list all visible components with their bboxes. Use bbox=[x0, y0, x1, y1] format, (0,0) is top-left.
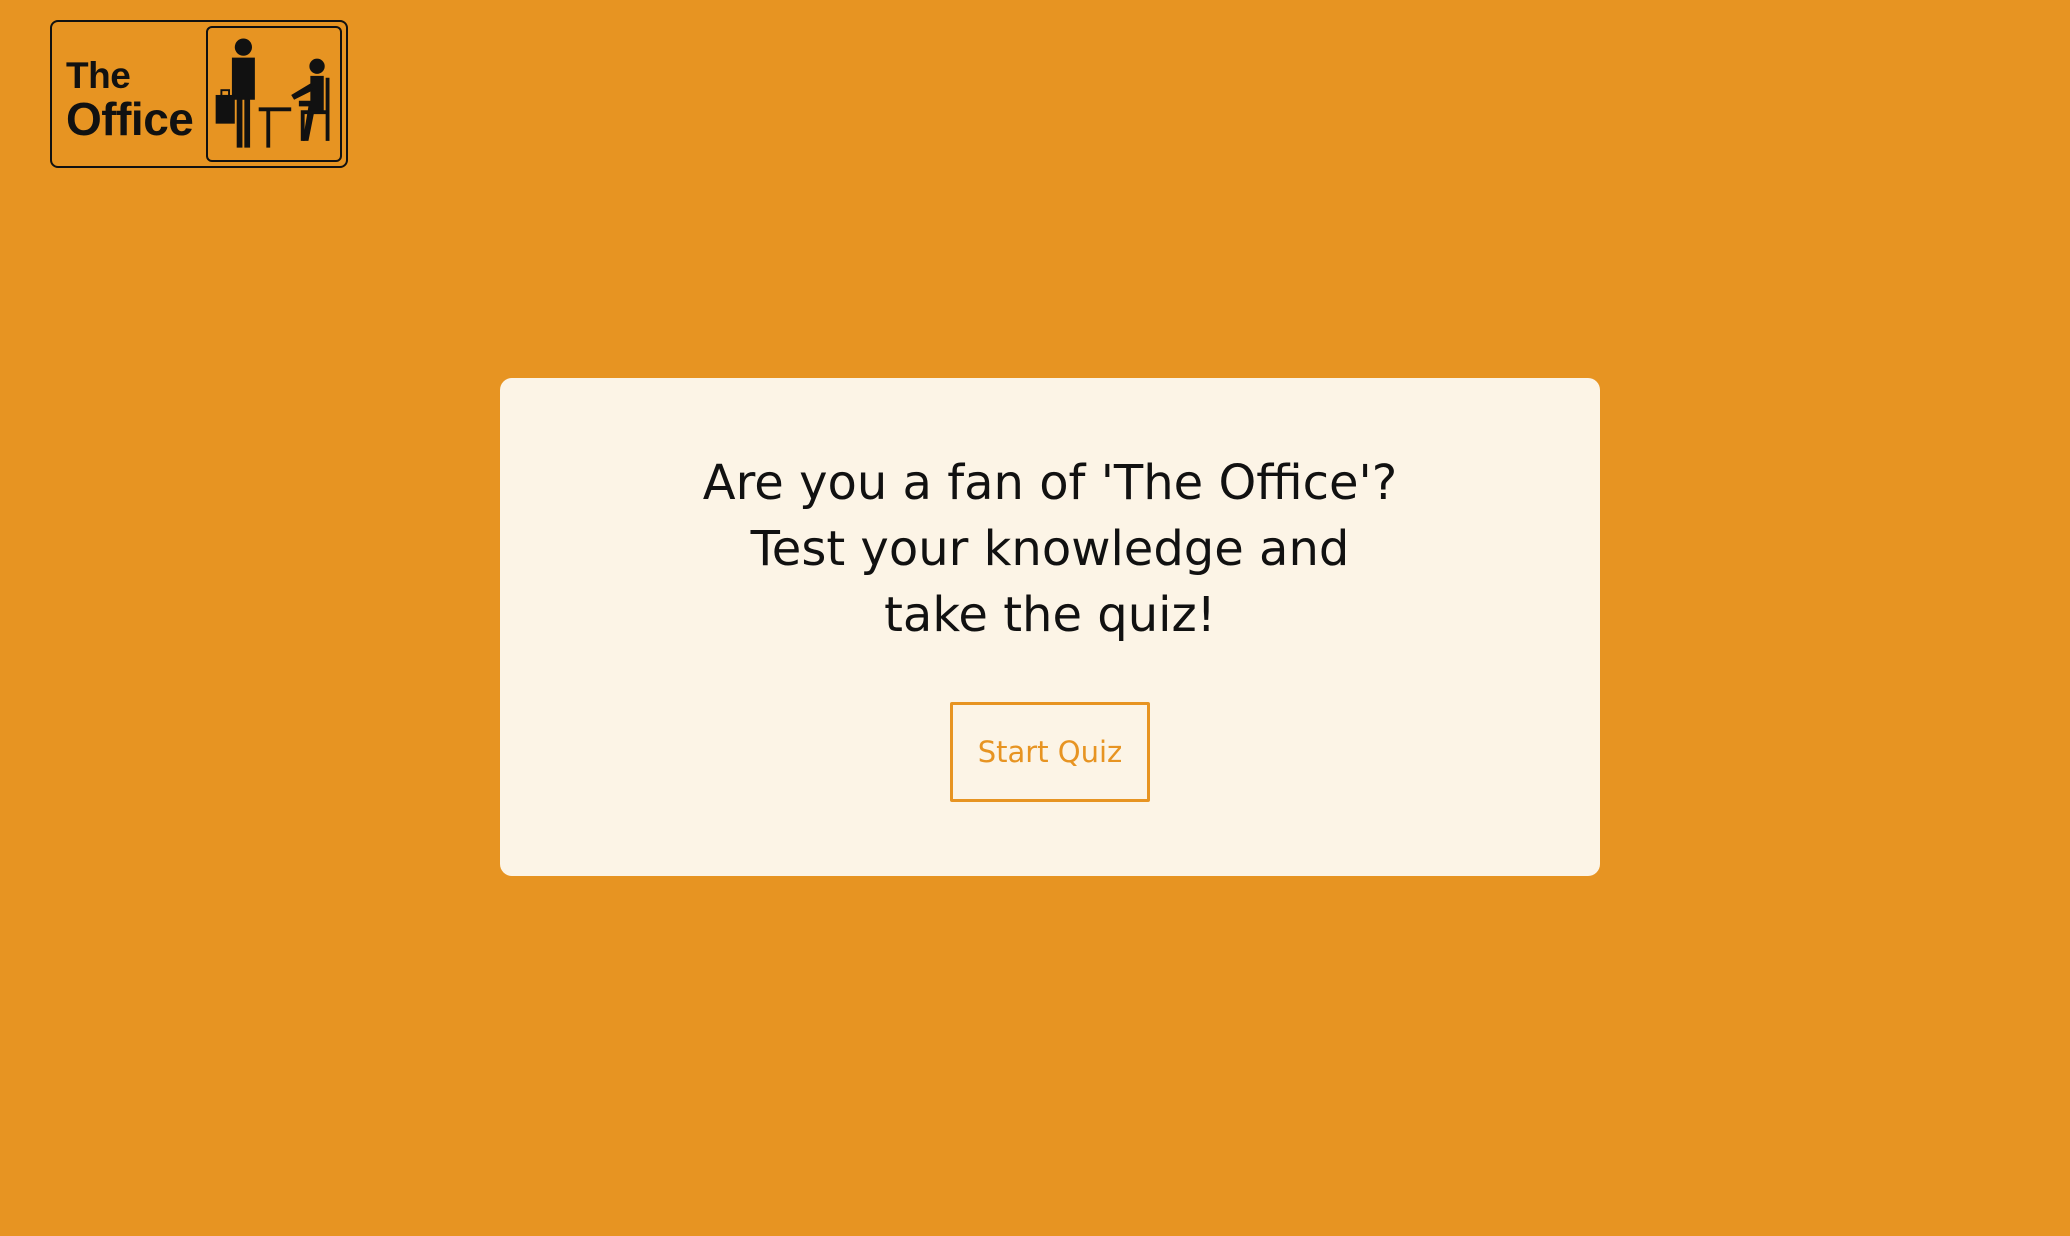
page: The Office Are you a fan of 'The Office'… bbox=[0, 0, 2070, 1236]
start-quiz-button[interactable]: Start Quiz bbox=[950, 702, 1150, 802]
intro-card: Are you a fan of 'The Office'? Test your… bbox=[500, 378, 1600, 876]
logo-line-2: Office bbox=[66, 92, 194, 145]
the-office-logo: The Office bbox=[50, 20, 348, 168]
office-workers-icon bbox=[206, 26, 342, 162]
intro-question: Are you a fan of 'The Office'? Test your… bbox=[702, 455, 1398, 643]
logo-text: The Office bbox=[52, 22, 206, 166]
logo-line-1: The bbox=[66, 54, 131, 96]
